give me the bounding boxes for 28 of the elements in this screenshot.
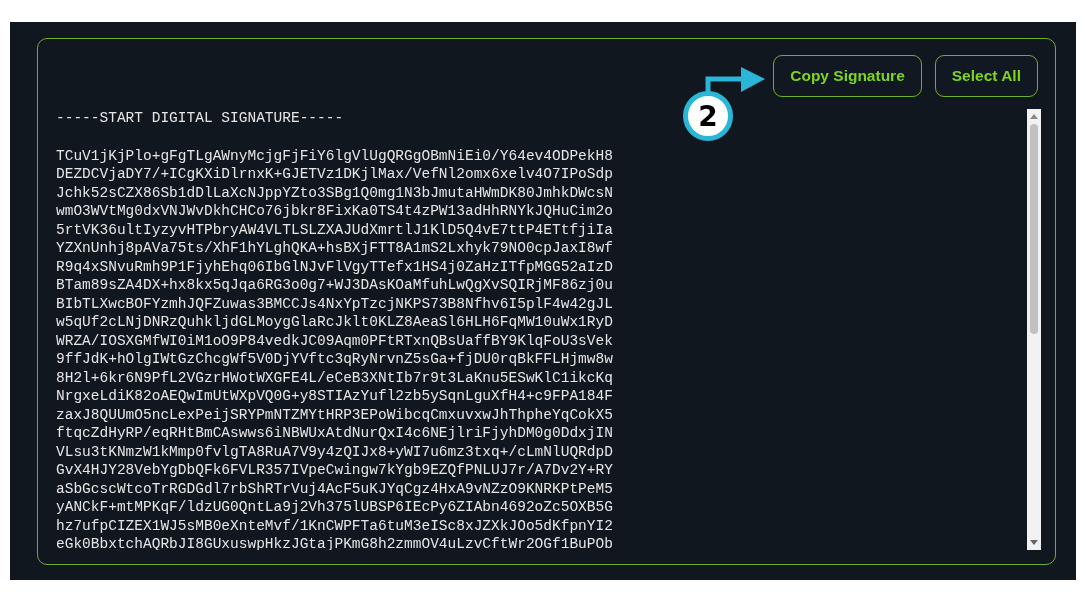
signature-line: BIbTLXwcBOFYzmhJQFZuwas3BMCCJs4NxYpTzcjNKPS73B8Nfhv6I5plF4w42gJL xyxy=(56,294,613,313)
signature-line: 9ffJdK+hOlgIWtGzChcgWf5V0DjYVftc3qRyNrvnZ5sGa+fjDU0rqBkFFLHjmw8w xyxy=(56,350,613,369)
signature-line: YZXnUnhj8pAVa75ts/XhF1hYLghQKA+hsBXjFTT8A1mS2Lxhyk79NO0cpJaxI8wf xyxy=(56,239,613,258)
signature-line: Jchk52sCZX86Sb1dDlLaXcNJppYZto3SBg1Q0mg1N3bJmutaHWmDK80JmhkDWcsN xyxy=(56,183,613,202)
step-badge: 2 xyxy=(683,91,733,141)
signature-line: WRZA/IOSXGMfWI0iM1oO9P84vedkJC09Aqm0PFtRTxnQBsUaffBY9KlqFoU3sVek xyxy=(56,331,613,350)
signature-line: zaxJ8QUUmO5ncLexPeijSRYPmNTZMYtHRP3EPoWibcqCmxuvxwJhThpheYqCokX5 xyxy=(56,405,613,424)
signature-line: TCuV1jKjPlo+gFgTLgAWnyMcjgFjFiY6lgVlUgQRGgOBmNiEi0/Y64ev4ODPekH8 xyxy=(56,146,613,165)
signature-line: VLsu3tKNmzW1kMmp0fvlgTA8RuA7V9y4zQIJx8+yWI7u6mz3txq+/cLmNlUQRdpD xyxy=(56,442,613,461)
signature-line: w5qUf2cLNjDNRzQuhkljdGLMoygGlaRcJklt0KLZ8AeaSl6HLH6FqMW10uWx1RyD xyxy=(56,313,613,332)
signature-line: yANCkF+mtMPKqF/ldzUG0QntLa9j2Vh375lUBSP6IEcPy6ZIAbn4692oZc5OXB5G xyxy=(56,498,613,517)
signature-line: 8H2l+6kr6N9PfL2VGzrHWotWXGFE4L/eCeB3XNtIb7r9t3LaKnu5ESwKlC1ikcKq xyxy=(56,368,613,387)
scroll-up-icon[interactable] xyxy=(1029,112,1039,120)
signature-line: DEZDCVjaDY7/+ICgKXiDlrnxK+GJETVz1DKjlMax/VefNl2omx6xelv4O7IPoSdp xyxy=(56,165,613,184)
signature-line: 5rtVK36ultIyzyvHTPbryAW4VLTLSLZXAJUdXmrtlJ1KlD5Q4vE7ttP4ETtfjiIa xyxy=(56,220,613,239)
signature-line: NrgxeLdiK82oAEQwImUtWXpVQ0G+y8STIAzYufl2zb5ySqnLguXfH4+c9FPA184F xyxy=(56,387,613,406)
signature-line: BTam89sZA4DX+hx8kx5qJqa6RG3o0g7+WJ3DAsKOaMfuhLwQgXvSQIRjMF86zj0u xyxy=(56,276,613,295)
toolbar-button[interactable]: Copy Signature xyxy=(773,55,922,97)
toolbar-button[interactable]: Select All xyxy=(934,55,1038,97)
signature-line: aSbGcscWtcoTrRGDGdl7rbShRTrVuj4AcF5uKJYqCgz4HxA9vNZzO9KNRKPtPeM5 xyxy=(56,479,613,498)
signature-line: hz7ufpCIZEX1WJ5sMB0eXnteMvf/1KnCWPFTa6tuM3eISc8xJZXkJOo5dKfpnYI2 xyxy=(56,516,613,535)
signature-header: -----START DIGITAL SIGNATURE----- xyxy=(56,109,344,128)
signature-line: ftqcZdHyRP/eqRHtBmCAswws6iNBWUxAtdNurQxI4c6NEjlriFjyhDM0g0DdxjIN xyxy=(56,424,613,443)
signature-line: wmO3WVtMg0dxVNJWvDkhCHCo76jbkr8FixKa0TS4t4zPW13adHhRNYkJQHuCim2o xyxy=(56,202,613,221)
scrollbar[interactable] xyxy=(1027,109,1041,550)
signature-line: GvX4HJY28VebYgDbQFk6FVLR357IVpeCwingw7kYgb9EZQfPNLUJ7r/A7Dv2Y+RY xyxy=(56,461,613,480)
scroll-down-icon[interactable] xyxy=(1029,539,1039,547)
signature-line: R9q4xSNvuRmh9P1FjyhEhq06IbGlNJvFlVgyTTefx1HS4j0ZaHzITfpMGG52aIzD xyxy=(56,257,613,276)
